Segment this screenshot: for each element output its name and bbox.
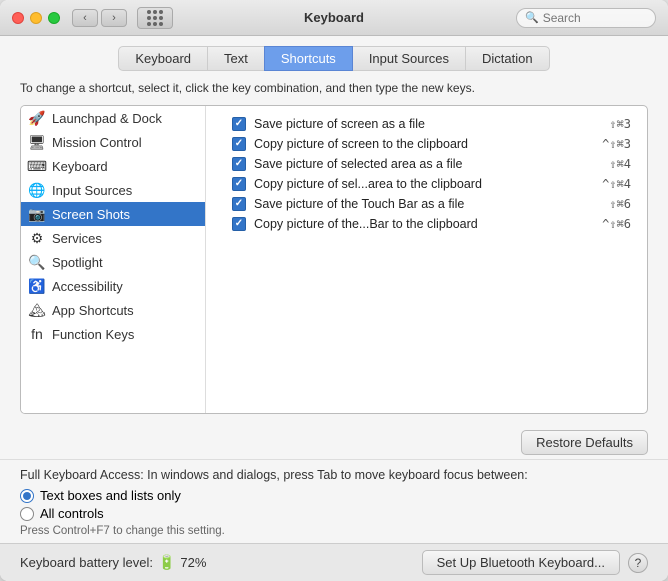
shortcut-label-sc1: Save picture of screen as a file bbox=[254, 117, 601, 131]
launchpad-label: Launchpad & Dock bbox=[52, 111, 162, 126]
accessibility-label: Accessibility bbox=[52, 279, 123, 294]
tabs-bar: Keyboard Text Shortcuts Input Sources Di… bbox=[0, 36, 668, 71]
sidebar-item-services[interactable]: ⚙ Services bbox=[21, 226, 205, 250]
function-keys-icon: fn bbox=[29, 326, 45, 342]
maximize-button[interactable] bbox=[48, 12, 60, 24]
search-input[interactable] bbox=[543, 11, 647, 25]
shortcut-label-sc6: Copy picture of the...Bar to the clipboa… bbox=[254, 217, 594, 231]
mission-control-label: Mission Control bbox=[52, 135, 142, 150]
radio-all-controls-label: All controls bbox=[40, 506, 104, 521]
sidebar-item-launchpad[interactable]: 🚀 Launchpad & Dock bbox=[21, 106, 205, 130]
tab-text[interactable]: Text bbox=[207, 46, 265, 71]
app-shortcuts-label: App Shortcuts bbox=[52, 303, 134, 318]
titlebar: ‹ › Keyboard 🔍 bbox=[0, 0, 668, 36]
shortcut-label-sc2: Copy picture of screen to the clipboard bbox=[254, 137, 594, 151]
radio-text-boxes-btn[interactable] bbox=[20, 489, 34, 503]
shortcut-row-sc1[interactable]: ✓ Save picture of screen as a file ⇧⌘3 bbox=[228, 114, 635, 134]
spotlight-icon: 🔍 bbox=[29, 254, 45, 270]
status-bar: Keyboard battery level: 🔋 72% Set Up Blu… bbox=[0, 543, 668, 581]
accessibility-icon: ♿ bbox=[29, 278, 45, 294]
input-sources-label: Input Sources bbox=[52, 183, 132, 198]
checkbox-sc2[interactable]: ✓ bbox=[232, 137, 246, 151]
tab-input-sources[interactable]: Input Sources bbox=[352, 46, 466, 71]
sidebar-item-app-shortcuts[interactable]: 🏔 App Shortcuts bbox=[21, 298, 205, 322]
input-sources-icon: 🌐 bbox=[29, 182, 45, 198]
forward-button[interactable]: › bbox=[101, 9, 127, 27]
tab-keyboard[interactable]: Keyboard bbox=[118, 46, 208, 71]
search-box[interactable]: 🔍 bbox=[516, 8, 656, 28]
grid-button[interactable] bbox=[137, 7, 173, 29]
restore-row: Restore Defaults bbox=[0, 424, 668, 459]
sidebar-item-accessibility[interactable]: ♿ Accessibility bbox=[21, 274, 205, 298]
sidebar: 🚀 Launchpad & Dock 🖥 Mission Control ⌨ Keyboa… bbox=[21, 106, 206, 413]
screen-shots-icon: 📷 bbox=[29, 206, 45, 222]
traffic-lights bbox=[12, 12, 60, 24]
shortcut-label-sc4: Copy picture of sel...area to the clipbo… bbox=[254, 177, 594, 191]
shortcut-key-sc1: ⇧⌘3 bbox=[609, 117, 631, 131]
tab-shortcuts[interactable]: Shortcuts bbox=[264, 46, 353, 71]
services-label: Services bbox=[52, 231, 102, 246]
sidebar-item-screen-shots[interactable]: 📷 Screen Shots bbox=[21, 202, 205, 226]
close-button[interactable] bbox=[12, 12, 24, 24]
shortcut-label-sc3: Save picture of selected area as a file bbox=[254, 157, 601, 171]
checkbox-sc4[interactable]: ✓ bbox=[232, 177, 246, 191]
battery-icon: 🔋 bbox=[158, 554, 175, 571]
search-icon: 🔍 bbox=[525, 11, 539, 24]
main-panel: 🚀 Launchpad & Dock 🖥 Mission Control ⌨ Keyboa… bbox=[20, 105, 648, 414]
nav-buttons: ‹ › bbox=[72, 9, 127, 27]
radio-text-boxes[interactable]: Text boxes and lists only bbox=[20, 488, 648, 503]
sidebar-item-input-sources[interactable]: 🌐 Input Sources bbox=[21, 178, 205, 202]
battery-info: Keyboard battery level: 🔋 72% bbox=[20, 554, 206, 571]
mission-control-icon: 🖥 bbox=[29, 134, 45, 150]
shortcut-row-sc3[interactable]: ✓ Save picture of selected area as a file… bbox=[228, 154, 635, 174]
screen-shots-label: Screen Shots bbox=[52, 207, 130, 222]
back-button[interactable]: ‹ bbox=[72, 9, 98, 27]
main-content: To change a shortcut, select it, click t… bbox=[0, 71, 668, 424]
sidebar-item-function-keys[interactable]: fn Function Keys bbox=[21, 322, 205, 346]
setup-bluetooth-button[interactable]: Set Up Bluetooth Keyboard... bbox=[422, 550, 620, 575]
help-button[interactable]: ? bbox=[628, 553, 648, 573]
restore-defaults-button[interactable]: Restore Defaults bbox=[521, 430, 648, 455]
keyboard-access-section: Full Keyboard Access: In windows and dia… bbox=[0, 459, 668, 543]
shortcut-key-sc5: ⇧⌘6 bbox=[609, 197, 631, 211]
minimize-button[interactable] bbox=[30, 12, 42, 24]
checkbox-sc3[interactable]: ✓ bbox=[232, 157, 246, 171]
app-shortcuts-icon: 🏔 bbox=[29, 302, 45, 318]
shortcut-key-sc2: ^⇧⌘3 bbox=[602, 137, 631, 151]
shortcut-row-sc5[interactable]: ✓ Save picture of the Touch Bar as a file… bbox=[228, 194, 635, 214]
shortcut-label-sc5: Save picture of the Touch Bar as a file bbox=[254, 197, 601, 211]
keyboard-label: Keyboard bbox=[52, 159, 108, 174]
sidebar-item-mission-control[interactable]: 🖥 Mission Control bbox=[21, 130, 205, 154]
checkbox-sc1[interactable]: ✓ bbox=[232, 117, 246, 131]
tab-dictation[interactable]: Dictation bbox=[465, 46, 550, 71]
spotlight-label: Spotlight bbox=[52, 255, 103, 270]
shortcut-row-sc6[interactable]: ✓ Copy picture of the...Bar to the clipbo… bbox=[228, 214, 635, 234]
services-icon: ⚙ bbox=[29, 230, 45, 246]
radio-all-controls-btn[interactable] bbox=[20, 507, 34, 521]
keyboard-icon: ⌨ bbox=[29, 158, 45, 174]
sidebar-item-keyboard[interactable]: ⌨ Keyboard bbox=[21, 154, 205, 178]
shortcut-row-sc2[interactable]: ✓ Copy picture of screen to the clipboard… bbox=[228, 134, 635, 154]
battery-label: Keyboard battery level: bbox=[20, 555, 153, 570]
shortcut-key-sc6: ^⇧⌘6 bbox=[602, 217, 631, 231]
window-title: Keyboard bbox=[304, 10, 364, 25]
radio-text-boxes-label: Text boxes and lists only bbox=[40, 488, 181, 503]
radio-all-controls[interactable]: All controls bbox=[20, 506, 648, 521]
shortcut-key-sc4: ^⇧⌘4 bbox=[602, 177, 631, 191]
battery-percent: 72% bbox=[180, 555, 206, 570]
shortcut-row-sc4[interactable]: ✓ Copy picture of sel...area to the clipb… bbox=[228, 174, 635, 194]
ka-title: Full Keyboard Access: In windows and dia… bbox=[20, 468, 648, 482]
checkbox-sc6[interactable]: ✓ bbox=[232, 217, 246, 231]
shortcut-key-sc3: ⇧⌘4 bbox=[609, 157, 631, 171]
ka-note: Press Control+F7 to change this setting. bbox=[20, 525, 648, 537]
function-keys-label: Function Keys bbox=[52, 327, 134, 342]
launchpad-icon: 🚀 bbox=[29, 110, 45, 126]
keyboard-window: ‹ › Keyboard 🔍 Keyboard Text Shortcuts I… bbox=[0, 0, 668, 581]
hint-text: To change a shortcut, select it, click t… bbox=[20, 81, 648, 95]
checkbox-sc5[interactable]: ✓ bbox=[232, 197, 246, 211]
sidebar-item-spotlight[interactable]: 🔍 Spotlight bbox=[21, 250, 205, 274]
shortcuts-panel: ✓ Save picture of screen as a file ⇧⌘3 ✓ Cop… bbox=[216, 106, 647, 413]
